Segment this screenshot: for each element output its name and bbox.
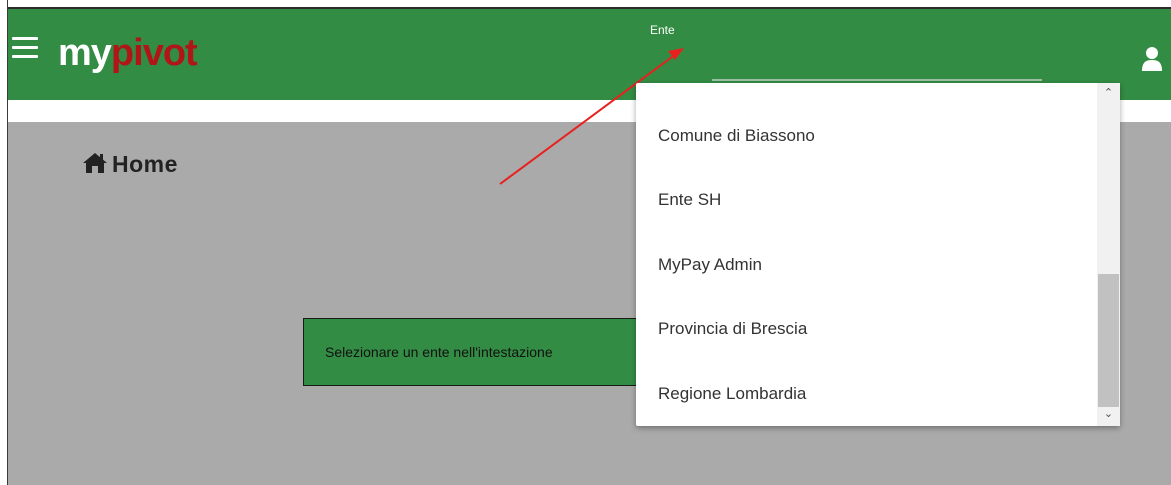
- header-topline: [8, 7, 1171, 9]
- left-border: [0, 0, 8, 485]
- notice-text: Selezionare un ente nell'intestazione: [325, 344, 553, 360]
- ente-dropdown[interactable]: Comune di Biassono Ente SH MyPay Admin P…: [636, 83, 1120, 426]
- logo-pivot: pivot: [110, 32, 198, 74]
- ente-label: Ente: [650, 23, 675, 37]
- logo-my: my: [58, 32, 112, 74]
- user-icon[interactable]: [1141, 46, 1163, 72]
- home-icon: [83, 153, 107, 173]
- dropdown-item[interactable]: Provincia di Brescia: [658, 319, 807, 339]
- dropdown-item[interactable]: MyPay Admin: [658, 255, 762, 275]
- dropdown-item[interactable]: Ente SH: [658, 190, 721, 210]
- scroll-thumb[interactable]: [1098, 274, 1119, 407]
- page-title: Home: [112, 151, 178, 177]
- scroll-up-icon[interactable]: ⌃: [1101, 86, 1116, 100]
- ente-select-underline[interactable]: [712, 79, 1042, 81]
- dropdown-item[interactable]: Comune di Biassono: [658, 126, 815, 146]
- dropdown-item[interactable]: Regione Lombardia: [658, 384, 806, 404]
- mypivot-logo[interactable]: mypivot: [58, 32, 198, 76]
- app-window: mypivot Ente Home Selezionare un ente ne…: [0, 0, 1171, 485]
- dropdown-scrollbar[interactable]: ⌃ ⌄: [1097, 83, 1120, 426]
- hamburger-icon[interactable]: [12, 37, 38, 59]
- scroll-down-icon[interactable]: ⌄: [1101, 407, 1116, 421]
